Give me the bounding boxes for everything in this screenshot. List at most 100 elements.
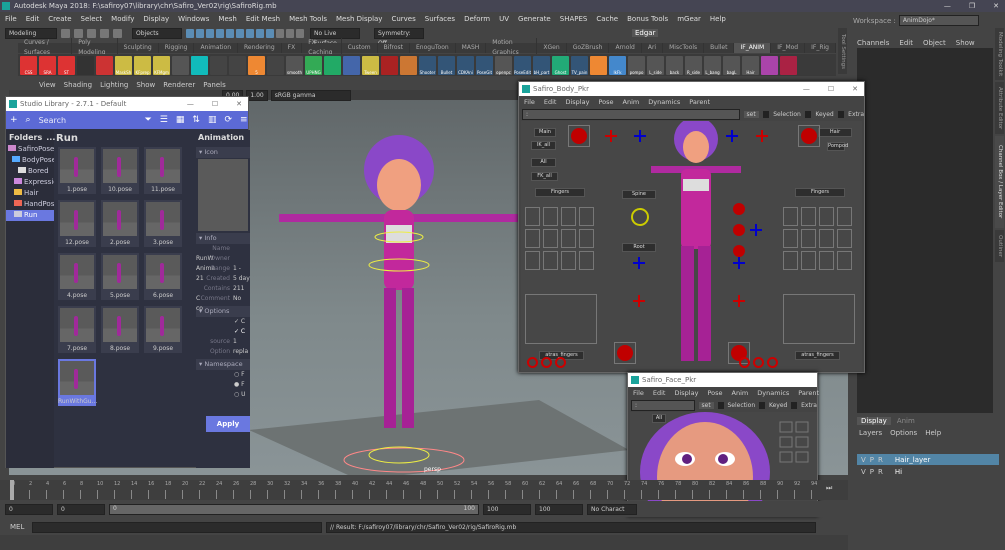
channel-menu-object[interactable]: Object bbox=[923, 39, 946, 47]
outliner-tab[interactable]: Outliner bbox=[995, 230, 1004, 262]
finger-control[interactable] bbox=[579, 207, 594, 226]
open-scene-icon[interactable] bbox=[74, 28, 83, 38]
keyed-checkbox[interactable] bbox=[804, 110, 812, 118]
set-button[interactable]: set bbox=[743, 110, 759, 118]
layer-r-toggle[interactable]: R bbox=[878, 468, 883, 476]
finger-control[interactable] bbox=[783, 207, 798, 226]
snap-tool-icon[interactable] bbox=[186, 28, 194, 38]
shelf-button[interactable] bbox=[210, 55, 227, 75]
extras-fingers-right-button[interactable]: atras_fingers bbox=[795, 351, 840, 360]
finger-control[interactable] bbox=[801, 207, 816, 226]
picker-menu-display[interactable]: Display bbox=[565, 98, 589, 106]
picker-menu-parent[interactable]: Parent bbox=[689, 98, 710, 106]
finger-control[interactable] bbox=[525, 229, 540, 248]
folder-item[interactable]: Bored bbox=[6, 166, 54, 177]
snap-tool-icon[interactable] bbox=[276, 28, 284, 38]
menu-select[interactable]: Select bbox=[81, 15, 103, 23]
shelf-button[interactable] bbox=[343, 55, 360, 75]
ik-control[interactable] bbox=[634, 130, 646, 142]
foot-roll-control[interactable] bbox=[555, 357, 566, 368]
menu-windows[interactable]: Windows bbox=[178, 15, 209, 23]
pose-item[interactable]: 10.pose bbox=[101, 147, 139, 194]
picker-menu-dynamics[interactable]: Dynamics bbox=[757, 389, 789, 397]
mode-dropdown[interactable]: Modeling bbox=[5, 27, 57, 39]
snap-tool-icon[interactable] bbox=[246, 28, 254, 38]
range-slider[interactable]: 0 100 bbox=[109, 503, 479, 515]
option-checkbox[interactable]: ✓ C bbox=[196, 327, 250, 337]
menu-cache[interactable]: Cache bbox=[596, 15, 618, 23]
cog-control[interactable] bbox=[631, 208, 649, 226]
set-button[interactable]: set bbox=[698, 401, 714, 409]
pose-item[interactable]: 11.pose bbox=[144, 147, 182, 194]
menu-modify[interactable]: Modify bbox=[111, 15, 134, 23]
finger-control[interactable] bbox=[561, 251, 576, 270]
picker-menu-anim[interactable]: Anim bbox=[732, 389, 749, 397]
shelf-button[interactable] bbox=[172, 55, 189, 75]
ik-control[interactable] bbox=[726, 130, 738, 142]
settings-sliders-icon[interactable]: ☰ bbox=[160, 115, 168, 125]
shelf-button[interactable]: IkFk bbox=[609, 55, 626, 75]
pose-item[interactable]: 6.pose bbox=[144, 253, 182, 300]
hair-button[interactable]: Hair bbox=[818, 128, 852, 137]
snap-tool-icon[interactable] bbox=[286, 28, 294, 38]
menu-create[interactable]: Create bbox=[48, 15, 71, 23]
menu-bonus-tools[interactable]: Bonus Tools bbox=[627, 15, 668, 23]
snap-tool-icon[interactable] bbox=[206, 28, 214, 38]
symmetry-dropdown[interactable]: Symmetry: Off bbox=[374, 27, 424, 47]
pompod-button[interactable]: Pompod bbox=[827, 142, 848, 151]
channel-menu-edit[interactable]: Edit bbox=[899, 39, 913, 47]
finger-control[interactable] bbox=[579, 251, 594, 270]
ik-control[interactable] bbox=[733, 295, 745, 307]
layer-v-toggle[interactable]: V bbox=[861, 456, 866, 464]
menu-display[interactable]: Display bbox=[143, 15, 169, 23]
menu-deform[interactable]: Deform bbox=[464, 15, 490, 23]
ik-control[interactable] bbox=[605, 130, 617, 142]
folder-item[interactable]: Hair bbox=[6, 188, 54, 199]
shelf-button[interactable]: PoseGit bbox=[476, 55, 493, 75]
namespace-section[interactable]: ▾ Namespace bbox=[196, 359, 250, 370]
fingers-left-button[interactable]: Fingers bbox=[535, 188, 585, 197]
shelf-button[interactable]: pompo bbox=[628, 55, 645, 75]
close-button[interactable]: ✕ bbox=[852, 82, 858, 96]
hand-control[interactable] bbox=[525, 294, 597, 344]
pose-item[interactable]: 7.pose bbox=[58, 306, 96, 353]
shelf-button[interactable] bbox=[761, 55, 778, 75]
add-icon[interactable]: + bbox=[10, 115, 18, 125]
snap-tool-icon[interactable] bbox=[196, 28, 204, 38]
namespace-radio[interactable]: ● F bbox=[196, 380, 250, 390]
extra-checkbox[interactable] bbox=[837, 110, 845, 118]
pose-item[interactable]: 5.pose bbox=[101, 253, 139, 300]
maximize-button[interactable]: ☐ bbox=[828, 82, 834, 96]
ik-all-button[interactable]: IK_all bbox=[531, 141, 556, 150]
layer-menu-help[interactable]: Help bbox=[925, 429, 941, 437]
pose-item[interactable]: RunWithGu... bbox=[58, 359, 97, 406]
shelf-button[interactable]: CSS bbox=[20, 55, 37, 75]
snap-tool-icon[interactable] bbox=[226, 28, 234, 38]
shelf-button[interactable]: CDKAni bbox=[457, 55, 474, 75]
layer-p-toggle[interactable]: P bbox=[870, 456, 874, 464]
modeling-toolkit-tab[interactable]: Modeling Toolkit bbox=[995, 28, 1004, 80]
colorspace-field[interactable]: sRGB gamma bbox=[270, 89, 351, 101]
foot-roll-control[interactable] bbox=[753, 357, 764, 368]
layer-v-toggle[interactable]: V bbox=[861, 468, 866, 476]
shelf-button[interactable]: SRA bbox=[39, 55, 56, 75]
shelf-button[interactable]: Shooter bbox=[419, 55, 436, 75]
menu-edit[interactable]: Edit bbox=[26, 15, 40, 23]
options-section[interactable]: ▾ Options bbox=[196, 306, 250, 317]
info-section[interactable]: ▾ Info bbox=[196, 233, 250, 244]
ik-control[interactable] bbox=[633, 295, 645, 307]
shelf-tab-arnold[interactable]: Arnold bbox=[609, 43, 642, 53]
snap-tool-icon[interactable] bbox=[266, 28, 274, 38]
finger-control[interactable] bbox=[561, 229, 576, 248]
start-time-field[interactable]: 0 bbox=[5, 503, 53, 515]
finger-control[interactable] bbox=[579, 229, 594, 248]
finger-control[interactable] bbox=[801, 229, 816, 248]
viewport-menu-panels[interactable]: Panels bbox=[203, 81, 226, 89]
shelf-button[interactable]: bagL bbox=[723, 55, 740, 75]
menu-mesh-tools[interactable]: Mesh Tools bbox=[289, 15, 327, 23]
pose-item[interactable]: 3.pose bbox=[144, 200, 182, 247]
minimize-button[interactable]: — bbox=[803, 82, 810, 96]
shelf-button[interactable]: L_side bbox=[647, 55, 664, 75]
folder-item[interactable]: Run bbox=[6, 210, 54, 221]
icon-section[interactable]: ▾ Icon bbox=[196, 147, 250, 158]
